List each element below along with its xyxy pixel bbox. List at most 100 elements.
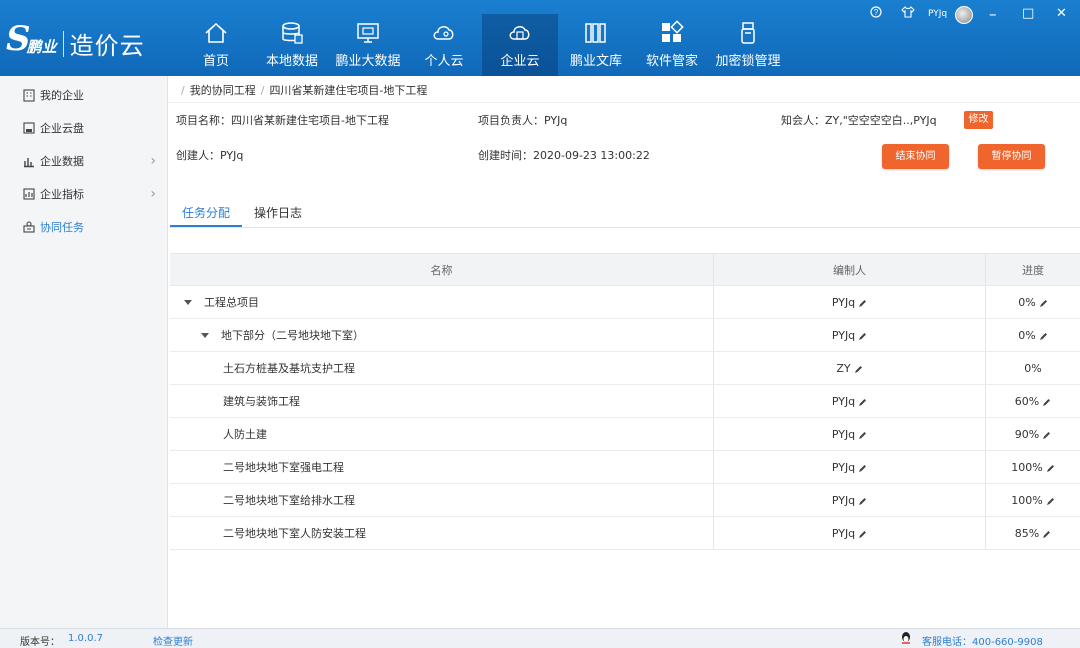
nav-dongle-manager[interactable]: 加密锁管理 [710,14,786,76]
editor-cell: PYJq [714,385,986,417]
edit-pencil-icon[interactable] [858,529,867,538]
nav-home[interactable]: 首页 [178,14,254,76]
tab-operation-log[interactable]: 操作日志 [254,204,302,221]
sidebar-item-enterprise-index[interactable]: 企业指标 › [0,179,168,209]
pause-collab-button[interactable]: 暂停协同 [978,144,1045,169]
version-label: 版本号： [20,637,60,648]
end-collab-button[interactable]: 结束协同 [882,144,949,169]
task-table: 名称 编制人 进度 工程总项目 PYJq 0% 地下部分（二号地块地下室） PYJq 0%… [170,253,1080,550]
check-update-link[interactable]: 检查更新 [153,633,193,648]
index-chart-icon [23,188,35,200]
expand-caret-icon[interactable] [201,332,209,338]
table-row[interactable]: 土石方桩基及基坑支护工程 ZY 0% [170,352,1080,385]
nav-label: 首页 [202,54,229,69]
chevron-right-icon: › [150,186,156,202]
editor-name: PYJq [831,460,856,474]
close-button[interactable]: ✕ [1056,6,1067,22]
breadcrumb-separator: / [260,84,265,97]
created-time: 创建时间：2020-09-23 13:00:22 [478,149,650,162]
edit-pencil-icon[interactable] [858,496,867,505]
service-hotline: 客服电话：400-660-9908 [922,637,1043,648]
divider [168,102,1080,103]
collab-icon [23,221,35,233]
progress-value: 0% [1024,361,1042,375]
progress-cell: 0% [986,352,1080,384]
usb-key-icon [741,22,755,44]
table-row[interactable]: 地下部分（二号地块地下室） PYJq 0% [170,319,1080,352]
nav-local-data[interactable]: 本地数据 [254,14,330,76]
editor-name: PYJq [831,394,856,408]
sidebar-item-enterprise-data[interactable]: 企业数据 › [0,146,168,176]
nav-personal-cloud[interactable]: 个人云 [406,14,482,76]
task-name-cell: 地下部分（二号地块地下室） [170,319,714,351]
table-row[interactable]: 工程总项目 PYJq 0% [170,286,1080,319]
column-header-editor: 编制人 [714,254,986,285]
maximize-button[interactable]: □ [1022,6,1034,22]
nav-library[interactable]: 鹏业文库 [558,14,634,76]
edit-pencil-icon[interactable] [1046,496,1055,505]
edit-pencil-icon[interactable] [854,364,863,373]
minimize-button[interactable]: – [989,6,997,22]
edit-notify-button[interactable]: 修改 [964,111,993,129]
task-name: 二号地块地下室人防安装工程 [223,527,366,540]
editor-name: PYJq [831,493,856,507]
sidebar-item-cloud-disk[interactable]: 企业云盘 [0,113,168,143]
nav-label: 软件管家 [645,54,698,69]
tab-task-assignment[interactable]: 任务分配 [182,204,230,221]
status-bar: 版本号： 1.0.0.7 检查更新 客服电话：400-660-9908 [0,628,1080,648]
sidebar-item-label: 企业数据 [40,155,84,168]
edit-pencil-icon[interactable] [1039,298,1048,307]
edit-pencil-icon[interactable] [858,430,867,439]
shirt-icon [901,6,915,18]
table-row[interactable]: 人防土建 PYJq 90% [170,418,1080,451]
nav-label: 鹏业文库 [569,54,622,69]
table-row[interactable]: 二号地块地下室强电工程 PYJq 100% [170,451,1080,484]
task-name-cell: 二号地块地下室给排水工程 [170,484,714,516]
task-name: 人防土建 [223,428,267,441]
project-name: 项目名称：四川省某新建住宅项目-地下工程 [176,114,389,127]
edit-pencil-icon[interactable] [1046,463,1055,472]
user-name[interactable]: PYJq [928,9,947,19]
app-logo: S 鹏业 造价云 [6,14,166,64]
task-name-cell: 土石方桩基及基坑支护工程 [170,352,714,384]
edit-pencil-icon[interactable] [1042,397,1051,406]
editor-cell: PYJq [714,517,986,549]
editor-cell: PYJq [714,484,986,516]
logo-divider [62,31,64,57]
progress-value: 90% [1014,427,1040,441]
sidebar-item-collab-tasks[interactable]: 协同任务 [0,212,168,242]
edit-pencil-icon[interactable] [858,463,867,472]
svg-text:?: ? [874,8,879,17]
edit-pencil-icon[interactable] [858,397,867,406]
expand-caret-icon[interactable] [184,299,192,305]
nav-big-data[interactable]: 鹏业大数据 [330,14,406,76]
nav-label: 鹏业大数据 [335,54,401,69]
progress-value: 85% [1014,526,1040,540]
task-name: 地下部分（二号地块地下室） [221,329,364,342]
breadcrumb-root[interactable]: 我的协同工程 [190,84,256,97]
nav-enterprise-cloud[interactable]: 企业云 [482,14,558,76]
task-name-cell: 工程总项目 [170,286,714,318]
progress-cell: 0% [986,319,1080,351]
monitor-icon [357,23,379,43]
edit-pencil-icon[interactable] [1042,529,1051,538]
editor-name: PYJq [831,427,856,441]
avatar[interactable] [955,6,973,24]
sidebar-item-my-enterprise[interactable]: 我的企业 [0,80,168,110]
help-button[interactable]: ? [870,6,882,23]
edit-pencil-icon[interactable] [1042,430,1051,439]
table-row[interactable]: 建筑与装饰工程 PYJq 60% [170,385,1080,418]
nav-software-manager[interactable]: 软件管家 [634,14,710,76]
qq-icon[interactable] [900,631,912,648]
edit-pencil-icon[interactable] [1039,331,1048,340]
sidebar-item-label: 企业云盘 [40,122,84,135]
table-row[interactable]: 二号地块地下室人防安装工程 PYJq 85% [170,517,1080,550]
progress-value: 100% [1011,493,1043,507]
table-row[interactable]: 二号地块地下室给排水工程 PYJq 100% [170,484,1080,517]
library-icon [585,23,606,43]
edit-pencil-icon[interactable] [858,331,867,340]
database-icon [282,22,303,44]
skin-button[interactable] [901,6,915,23]
progress-value: 100% [1011,460,1043,474]
edit-pencil-icon[interactable] [858,298,867,307]
